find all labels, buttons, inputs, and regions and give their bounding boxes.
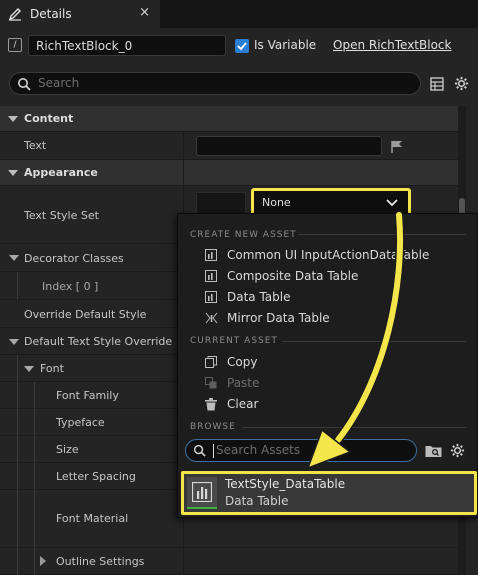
menu-item-label: Copy <box>227 355 258 369</box>
widget-name-value: RichTextBlock_0 <box>36 39 133 53</box>
table-view-icon[interactable] <box>430 77 444 91</box>
open-richtextblock-link[interactable]: Open RichTextBlock <box>333 38 451 52</box>
current-asset-header: CURRENT ASSET <box>190 336 278 346</box>
browse-header: BROWSE <box>190 422 236 432</box>
text-value-field[interactable] <box>196 136 382 156</box>
header-divider <box>298 234 466 235</box>
search-placeholder: Search <box>38 76 80 90</box>
tree-guide <box>34 382 35 575</box>
row-size-label: Size <box>56 443 79 456</box>
data-table-icon <box>192 482 212 502</box>
settings-gear-icon[interactable] <box>454 76 469 91</box>
collapse-arrow-icon <box>8 170 18 176</box>
row-override-default-style-label: Override Default Style <box>24 308 147 321</box>
menu-item-label: Paste <box>227 376 260 390</box>
row-text: Text <box>0 132 458 160</box>
menu-item-data-table[interactable]: Data Table <box>204 290 291 304</box>
create-new-asset-header: CREATE NEW ASSET <box>190 230 297 240</box>
section-content[interactable]: Content <box>0 106 458 132</box>
asset-type: Data Table <box>225 494 289 508</box>
collapse-arrow-icon <box>9 339 19 345</box>
menu-item-composite-data-table[interactable]: Composite Data Table <box>204 269 358 283</box>
trash-icon <box>204 397 218 411</box>
tab-details[interactable]: Details × <box>0 0 160 28</box>
collapse-arrow-icon <box>8 116 18 122</box>
settings-gear-icon[interactable] <box>450 443 465 458</box>
row-decorator-classes-label: Decorator Classes <box>24 252 124 265</box>
mirror-table-icon <box>204 312 218 325</box>
is-variable-checkbox[interactable] <box>235 39 249 53</box>
menu-item-label: Mirror Data Table <box>227 311 330 325</box>
row-outline-settings-label: Outline Settings <box>56 555 145 568</box>
menu-item-common-ui-inputactiondatatable[interactable]: Common UI InputActionDataTable <box>204 248 429 262</box>
menu-item-label: Data Table <box>227 290 291 304</box>
menu-item-label: Clear <box>227 397 259 411</box>
row-index-0-label: Index [ 0 ] <box>42 280 99 293</box>
menu-item-label: Common UI InputActionDataTable <box>227 248 430 262</box>
asset-search-input[interactable]: Search Assets <box>185 439 417 462</box>
paste-icon <box>204 377 218 390</box>
asset-list-item-textstyle-datatable[interactable]: TextStyle_DataTable Data Table <box>181 471 477 515</box>
row-typeface-label: Typeface <box>56 416 105 429</box>
collapse-arrow-icon <box>9 255 19 261</box>
tree-guide <box>17 355 18 575</box>
row-outline-settings: Outline Settings <box>0 548 458 575</box>
search-icon <box>193 444 206 457</box>
menu-item-paste[interactable]: Paste <box>204 376 259 390</box>
tab-title: Details <box>30 7 72 21</box>
menu-item-clear[interactable]: Clear <box>204 397 258 411</box>
asset-name: TextStyle_DataTable <box>225 477 346 491</box>
close-icon[interactable]: × <box>139 5 150 20</box>
row-text-style-set-label: Text Style Set <box>24 209 99 222</box>
asset-thumbnail <box>187 477 217 509</box>
folder-search-icon[interactable] <box>425 444 442 458</box>
menu-item-mirror-data-table[interactable]: Mirror Data Table <box>204 311 330 325</box>
search-icon <box>18 78 31 91</box>
table-icon <box>204 291 218 304</box>
expand-arrow-icon <box>40 556 46 566</box>
copy-icon <box>204 356 218 369</box>
widget-type-icon: / <box>8 38 22 52</box>
is-variable-label: Is Variable <box>254 38 317 52</box>
flag-icon[interactable] <box>391 140 403 153</box>
header-divider <box>242 427 466 428</box>
menu-item-copy[interactable]: Copy <box>204 355 257 369</box>
check-icon <box>237 42 247 51</box>
row-text-label: Text <box>24 139 47 152</box>
row-default-text-style-override-label: Default Text Style Override <box>24 335 173 348</box>
tree-guide <box>17 272 18 300</box>
row-font-label: Font <box>40 362 64 375</box>
table-icon <box>204 270 218 283</box>
pencil-icon <box>8 7 22 21</box>
row-letter-spacing-label: Letter Spacing <box>56 470 136 483</box>
widget-name-field[interactable]: RichTextBlock_0 <box>28 35 226 56</box>
combo-value: None <box>262 196 291 209</box>
menu-item-label: Composite Data Table <box>227 269 359 283</box>
asset-search-placeholder: Search Assets <box>216 443 301 457</box>
details-search-input[interactable]: Search <box>9 72 421 95</box>
header-divider <box>282 341 466 342</box>
collapse-arrow-icon <box>24 366 34 372</box>
section-appearance[interactable]: Appearance <box>0 160 458 186</box>
chevron-down-icon <box>386 199 398 207</box>
section-appearance-label: Appearance <box>24 166 98 179</box>
row-font-material-label: Font Material <box>56 512 129 525</box>
asset-picker-menu: CREATE NEW ASSET Common UI InputActionDa… <box>177 213 478 518</box>
text-cursor <box>213 444 214 458</box>
row-font-family-label: Font Family <box>56 389 119 402</box>
section-content-label: Content <box>24 112 74 125</box>
table-icon <box>204 249 218 262</box>
